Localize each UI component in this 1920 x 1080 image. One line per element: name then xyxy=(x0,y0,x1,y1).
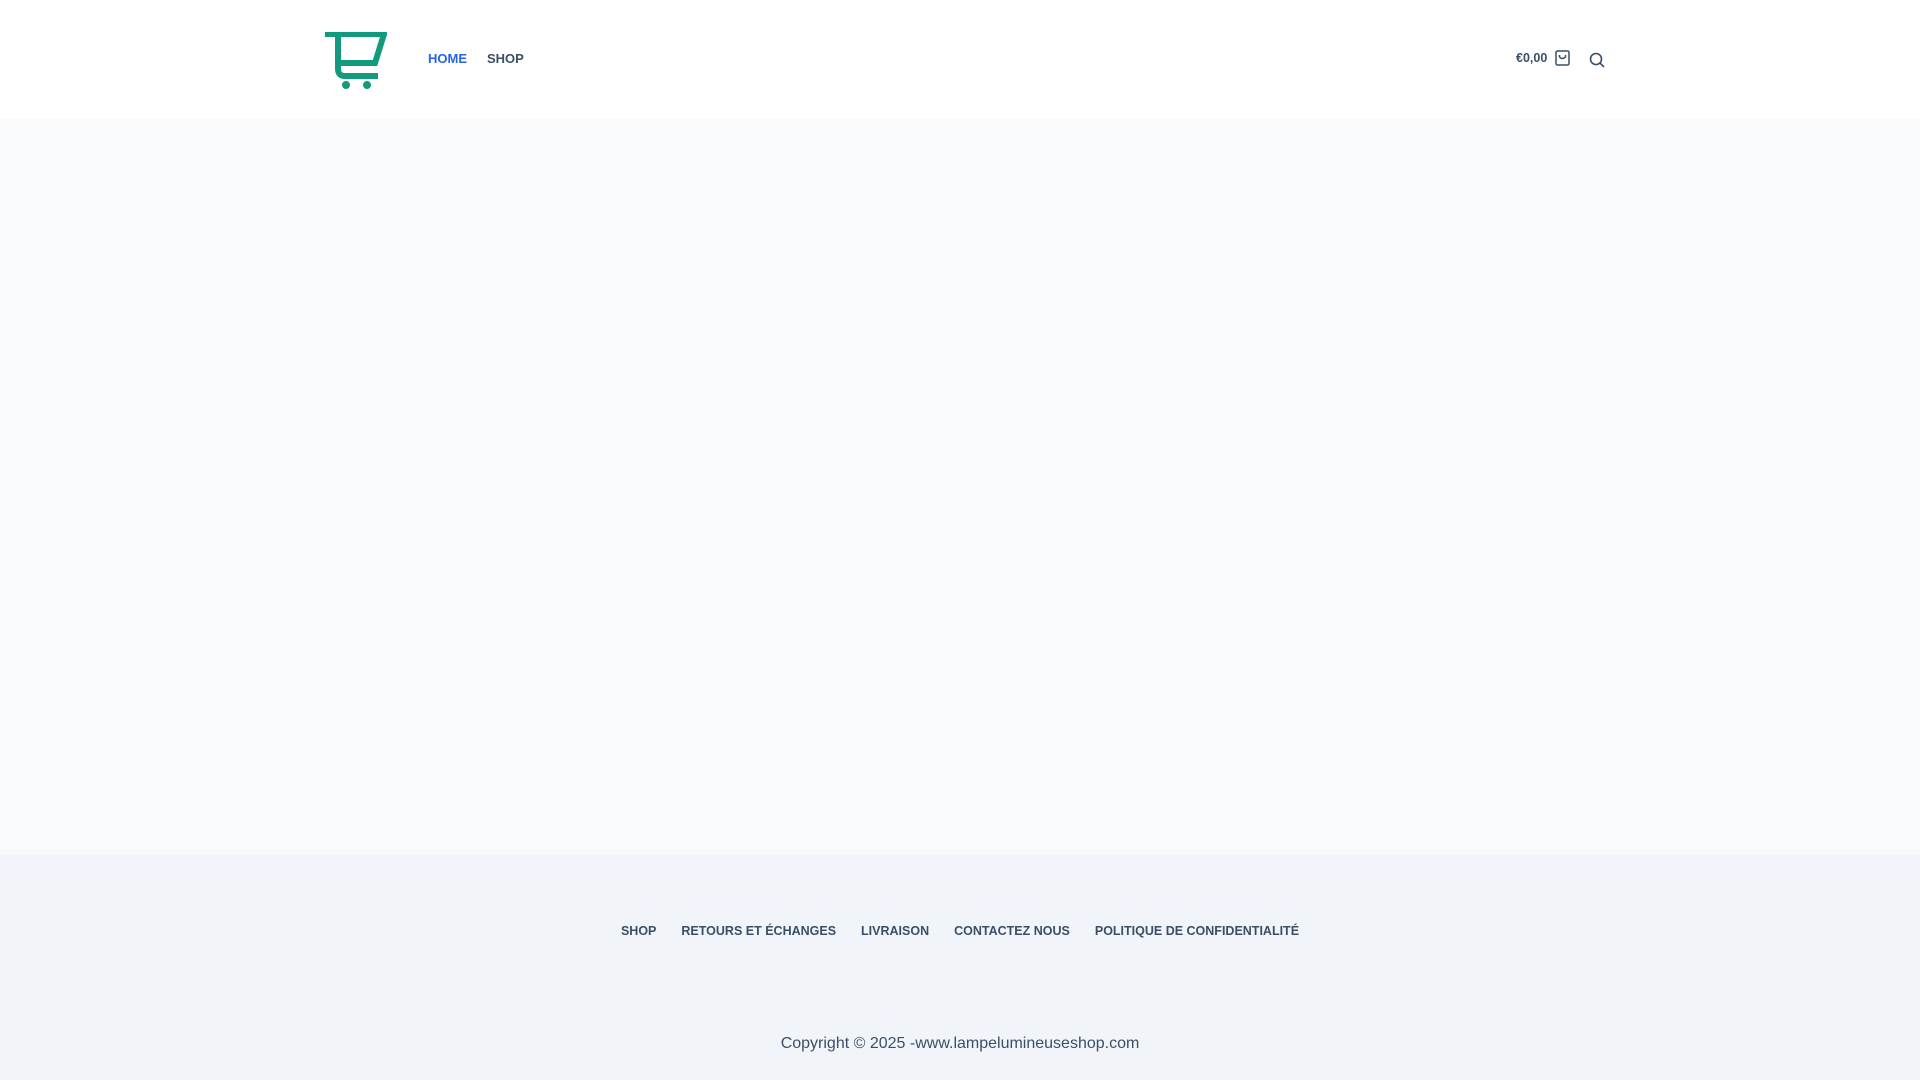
shopping-bag-icon[interactable] xyxy=(1555,50,1570,66)
footer-link-delivery[interactable]: LIVRAISON xyxy=(861,924,929,938)
site-footer: SHOP RETOURS ET ÉCHANGES LIVRAISON CONTA… xyxy=(0,854,1920,1080)
footer-link-privacy[interactable]: POLITIQUE DE CONFIDENTIALITÉ xyxy=(1095,924,1299,938)
footer-link-contact[interactable]: CONTACTEZ NOUS xyxy=(954,924,1070,938)
footer-link-shop[interactable]: SHOP xyxy=(621,924,656,938)
nav-shop[interactable]: SHOP xyxy=(487,51,524,66)
footer-link-returns[interactable]: RETOURS ET ÉCHANGES xyxy=(681,924,836,938)
cart-total[interactable]: €0,00 xyxy=(1516,51,1547,65)
nav-home[interactable]: HOME xyxy=(428,51,467,66)
footer-nav: SHOP RETOURS ET ÉCHANGES LIVRAISON CONTA… xyxy=(0,924,1920,938)
site-header: HOME SHOP €0,00 xyxy=(0,0,1920,119)
main-content xyxy=(0,119,1920,854)
search-icon[interactable] xyxy=(1589,52,1605,68)
copyright: Copyright © 2025 -www.lampelumineuseshop… xyxy=(780,1035,1140,1052)
cart-logo-icon xyxy=(325,32,387,89)
